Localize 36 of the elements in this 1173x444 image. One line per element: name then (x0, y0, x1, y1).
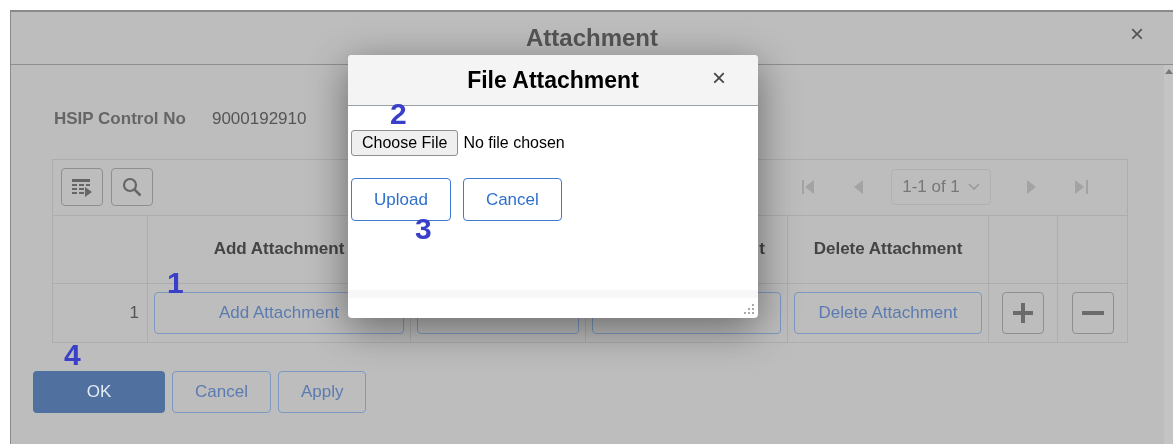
plus-icon (1013, 302, 1033, 323)
chevron-down-icon (967, 183, 980, 191)
dialog-button[interactable]: Cancel (172, 370, 271, 413)
page-select[interactable]: 1-1 of 1 (891, 169, 991, 205)
next-page-icon[interactable] (1027, 179, 1037, 195)
previous-page-icon[interactable] (853, 179, 863, 195)
modal-button[interactable]: Cancel (462, 178, 562, 221)
scrollbar[interactable] (1164, 65, 1173, 444)
field-value: 9000192910 (211, 108, 307, 130)
minus-icon (1081, 310, 1104, 315)
action-button[interactable]: Delete Attachment (794, 291, 982, 334)
grid-view-button[interactable] (61, 168, 103, 206)
dialog-title: Attachment (526, 23, 658, 53)
modal-title: File Attachment (467, 65, 639, 95)
file-status: No file chosen (463, 133, 565, 153)
step-number: 2 (390, 99, 407, 129)
field-label: HSIP Control No (54, 108, 186, 130)
column-header: t (759, 238, 765, 261)
column-header: Add Attachment (213, 238, 345, 261)
choose-file-button[interactable]: Choose File (351, 130, 459, 156)
remove-row-button[interactable] (1071, 291, 1114, 334)
add-row-button[interactable] (1002, 291, 1044, 334)
table-icon (71, 177, 93, 197)
dialog-button[interactable]: Apply (277, 370, 367, 413)
search-button[interactable] (111, 168, 153, 206)
column-header: Delete Attachment (813, 238, 963, 261)
close-button[interactable]: × (708, 66, 730, 90)
step-number: 4 (64, 340, 81, 370)
row-number: 1 (129, 301, 139, 324)
search-icon (122, 177, 142, 197)
scroll-up-icon[interactable] (1165, 69, 1173, 74)
resize-grip-icon[interactable] (744, 304, 754, 314)
last-page-icon[interactable] (1075, 179, 1089, 195)
first-page-icon[interactable] (801, 179, 815, 195)
close-button[interactable]: × (1126, 22, 1148, 46)
dialog-button[interactable]: OK (33, 370, 165, 413)
